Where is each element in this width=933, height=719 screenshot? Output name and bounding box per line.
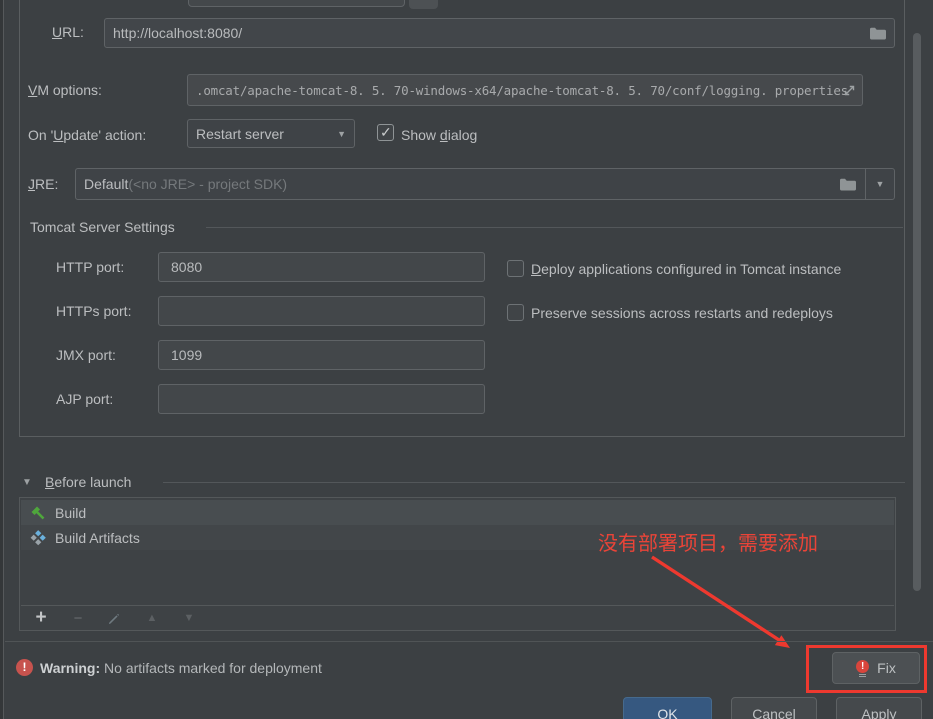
list-item-label: Build: [55, 504, 87, 521]
cancel-button[interactable]: Cancel: [731, 697, 817, 719]
cropped-top-input[interactable]: [188, 0, 405, 7]
list-item-build[interactable]: Build: [21, 500, 894, 525]
jre-select[interactable]: Default (<no JRE> - project SDK) ▼: [75, 168, 895, 200]
show-dialog-checkbox[interactable]: [377, 124, 394, 141]
url-value: http://localhost:8080/: [113, 25, 243, 41]
http-port-value: 8080: [171, 259, 203, 275]
apply-button[interactable]: Apply: [836, 697, 922, 719]
jre-label: JRE:: [28, 176, 59, 192]
https-port-input[interactable]: [158, 296, 485, 326]
expand-icon[interactable]: [843, 84, 856, 97]
footer-separator: [5, 641, 933, 642]
group-separator: [163, 482, 905, 483]
ok-button[interactable]: OK: [623, 697, 712, 719]
fix-button-label: Fix: [877, 660, 896, 676]
deploy-applications-checkbox[interactable]: [507, 260, 524, 277]
vm-options-value: .omcat/apache-tomcat-8. 5. 70-windows-x6…: [196, 82, 848, 98]
update-action-select[interactable]: Restart server ▼: [187, 119, 355, 148]
vm-options-input[interactable]: .omcat/apache-tomcat-8. 5. 70-windows-x6…: [187, 74, 863, 106]
ajp-port-label: AJP port:: [56, 391, 114, 407]
annotation-note: 没有部署项目，需要添加: [598, 533, 818, 555]
group-separator: [206, 227, 903, 228]
tomcat-settings-title: Tomcat Server Settings: [30, 219, 175, 235]
chevron-down-icon[interactable]: ▼: [865, 169, 894, 199]
add-button[interactable]: +: [33, 608, 49, 627]
bulb-warning-icon: !: [856, 659, 870, 677]
move-down-button[interactable]: ▼: [181, 612, 197, 624]
chevron-down-icon: ▼: [337, 128, 346, 139]
update-action-value: Restart server: [196, 125, 284, 142]
preserve-sessions-checkbox[interactable]: [507, 304, 524, 321]
folder-icon[interactable]: [840, 178, 865, 191]
jre-value-detail: (<no JRE> - project SDK): [128, 176, 288, 192]
fix-button[interactable]: ! Fix: [832, 652, 920, 684]
remove-button[interactable]: −: [70, 610, 86, 627]
http-port-input[interactable]: 8080: [158, 252, 485, 282]
warning-text: Warning: No artifacts marked for deploym…: [40, 660, 322, 676]
list-toolbar: + − ▲ ▼: [21, 605, 894, 630]
jmx-port-value: 1099: [171, 347, 203, 363]
scrollbar[interactable]: [913, 33, 921, 591]
vm-options-label: VM options:: [28, 82, 102, 98]
url-input[interactable]: http://localhost:8080/: [104, 18, 895, 48]
move-up-button[interactable]: ▲: [144, 612, 160, 624]
preserve-sessions-label[interactable]: Preserve sessions across restarts and re…: [531, 305, 833, 321]
update-action-label: On 'Update' action:: [28, 127, 147, 143]
http-port-label: HTTP port:: [56, 259, 125, 275]
folder-icon[interactable]: [870, 27, 886, 40]
https-port-label: HTTPs port:: [56, 303, 132, 319]
url-label: URL:: [52, 24, 84, 40]
ajp-port-input[interactable]: [158, 384, 485, 414]
before-launch-list: Build Build Artifacts + − ▲ ▼: [19, 497, 896, 631]
hammer-icon: [30, 505, 46, 521]
before-launch-title[interactable]: Before launch: [45, 474, 131, 490]
jmx-port-input[interactable]: 1099: [158, 340, 485, 370]
deploy-applications-label[interactable]: Deploy applications configured in Tomcat…: [531, 261, 841, 277]
run-configuration-dialog: URL: http://localhost:8080/ VM options: …: [0, 0, 933, 719]
list-item-label: Build Artifacts: [55, 529, 140, 546]
artifact-icon: [30, 529, 46, 546]
collapse-triangle-icon[interactable]: ▼: [22, 477, 32, 488]
show-dialog-label[interactable]: Show dialog: [401, 127, 477, 143]
dialog-left-edge: [0, 0, 4, 719]
jmx-port-label: JMX port:: [56, 347, 116, 363]
edit-button[interactable]: [107, 612, 123, 625]
jre-value-main: Default: [84, 176, 129, 192]
warning-icon: !: [16, 659, 33, 676]
cropped-top-button[interactable]: [409, 0, 438, 9]
